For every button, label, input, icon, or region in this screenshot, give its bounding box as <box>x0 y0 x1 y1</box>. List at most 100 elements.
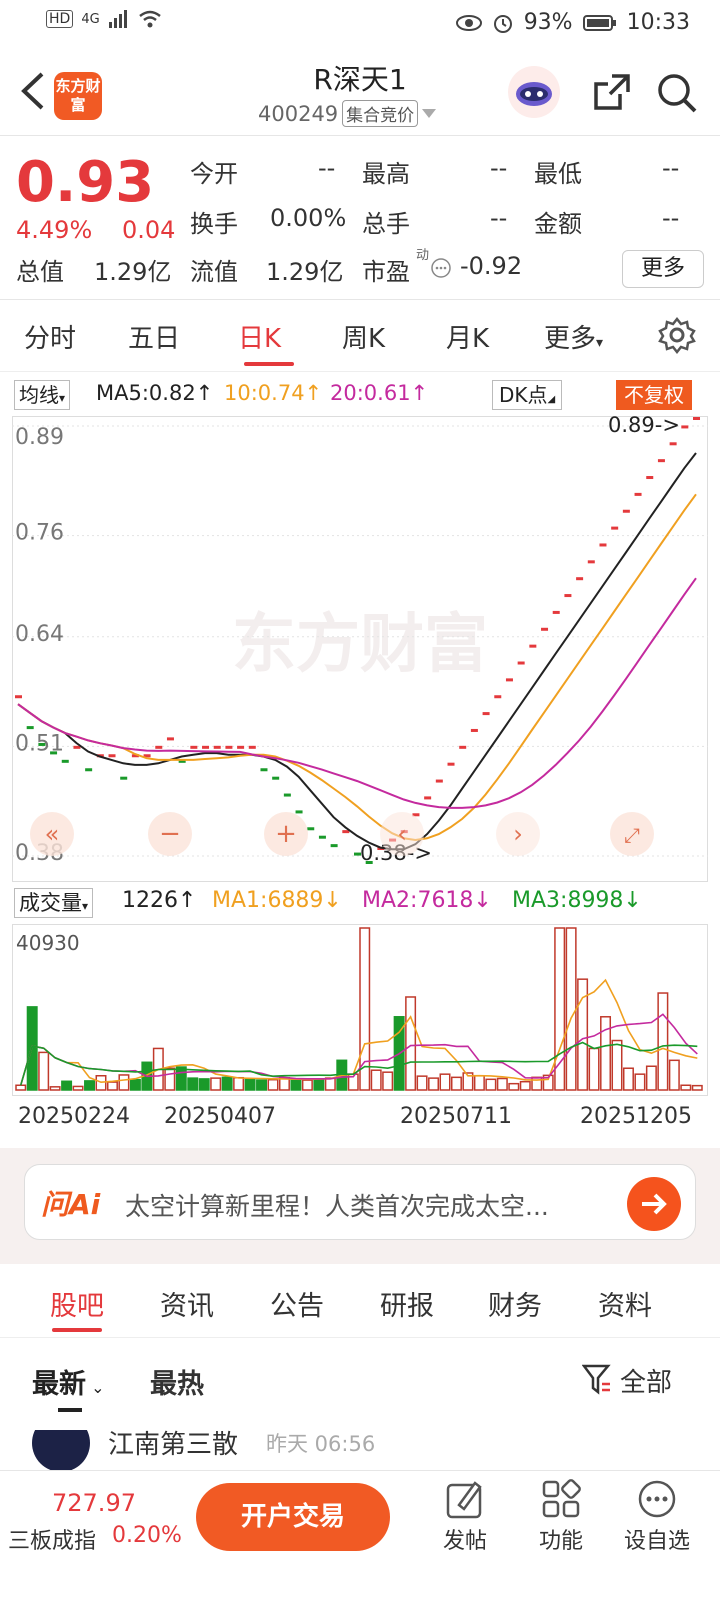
volume-bar <box>428 1077 440 1091</box>
info-icon[interactable] <box>430 257 452 279</box>
expand-icon: ⤢ <box>624 823 640 847</box>
tab-five-day[interactable]: 五日 <box>128 318 180 355</box>
volume-max-label: 40930 <box>16 931 80 955</box>
tab-more[interactable]: 更多▾ <box>544 318 603 355</box>
volume-bar <box>61 1080 73 1091</box>
sort-hot[interactable]: 最热 <box>150 1362 204 1401</box>
indicator-selector-label: 均线 <box>19 383 59 407</box>
tab-guba[interactable]: 股吧 <box>50 1284 104 1323</box>
volume-bar <box>233 1076 245 1091</box>
candle-mark <box>248 745 256 749</box>
volume-bar <box>450 1076 462 1091</box>
chart-watermark: 东方财富 <box>232 608 488 682</box>
volume-chart[interactable]: 40930 <box>12 924 708 1096</box>
alarm-icon <box>493 14 512 33</box>
caret-down-icon: ◢ <box>547 394 556 405</box>
dk-point-label: DK点 <box>499 383 548 407</box>
volume-bar <box>129 1078 141 1091</box>
candle-mark <box>120 776 128 780</box>
candle-mark <box>552 610 560 614</box>
kline-chart[interactable]: 东方财富 0.890.760.640.510.38 0.89-> 0.38-> … <box>12 416 708 882</box>
battery-percent: 93% <box>523 10 573 35</box>
candle-mark <box>517 661 525 665</box>
header: 东方财富 R深天1 400249 集合竞价 <box>0 50 720 136</box>
volume-indicator-selector[interactable]: 成交量▾ <box>14 888 94 918</box>
chevron-right-icon: › <box>513 820 523 848</box>
post-preview[interactable]: 江南第三散 昨天 06:56 <box>0 1430 720 1470</box>
volume-bar <box>645 1065 657 1091</box>
index-name[interactable]: 三板成指 <box>8 1523 96 1555</box>
ma-legend: 均线▾ MA5:0.82↑ 10:0.74↑ 20:0.61↑ DK点◢ 不复权 <box>0 378 720 414</box>
eye-icon <box>455 14 482 31</box>
candle-mark <box>272 776 280 780</box>
share-icon[interactable] <box>592 72 632 112</box>
chevron-left-icon: ‹ <box>397 820 407 848</box>
volume-bar <box>290 1078 302 1091</box>
ai-prompt-text: 太空计算新里程！人类首次完成太空... <box>125 1192 549 1221</box>
tab-monthly-k[interactable]: 月K <box>446 318 489 355</box>
candle-mark <box>202 745 210 749</box>
double-chevron-left-icon: « <box>45 820 60 848</box>
index-value[interactable]: 727.97 <box>52 1489 136 1517</box>
dk-point-selector[interactable]: DK点◢ <box>492 380 563 410</box>
more-quote-button[interactable]: 更多 <box>622 250 704 288</box>
adjust-mode-button[interactable]: 不复权 <box>616 380 692 410</box>
more-dots-icon <box>638 1480 676 1518</box>
stock-code-row[interactable]: 400249 集合竞价 <box>258 100 437 127</box>
tab-daily-k[interactable]: 日K <box>238 318 281 355</box>
volume-bar <box>554 927 566 1091</box>
tab-intraday[interactable]: 分时 <box>24 318 76 355</box>
tab-profile[interactable]: 资料 <box>598 1284 652 1323</box>
functions-button[interactable]: 功能 <box>516 1471 606 1571</box>
candle-mark <box>494 695 502 699</box>
sort-latest[interactable]: 最新 ⌄ <box>32 1362 105 1401</box>
filter-icon[interactable] <box>582 1364 612 1396</box>
volume-legend: 成交量▾ 1226↑ MA1:6889↓ MA2:7618↓ MA3:8998↓ <box>0 886 720 922</box>
ai-logo: 问Ai <box>41 1188 101 1221</box>
signal-icon: 4G <box>81 11 100 27</box>
tab-news[interactable]: 资讯 <box>160 1284 214 1323</box>
gear-icon[interactable] <box>658 316 696 354</box>
caret-down-icon: ▾ <box>59 391 66 405</box>
tab-weekly-k[interactable]: 周K <box>342 318 385 355</box>
avatar <box>32 1430 90 1470</box>
volume-bar <box>187 1077 199 1091</box>
search-icon[interactable] <box>656 72 698 114</box>
post-button[interactable]: 发帖 <box>420 1471 510 1571</box>
tab-research[interactable]: 研报 <box>380 1284 434 1323</box>
candle-mark <box>213 745 221 749</box>
edit-icon <box>446 1481 482 1519</box>
volume-bar <box>622 1067 634 1091</box>
tab-announcements[interactable]: 公告 <box>270 1284 324 1323</box>
candle-mark <box>529 644 537 648</box>
assistant-robot-icon[interactable] <box>508 66 560 118</box>
chart-period-tabs: 分时 五日 日K 周K 月K 更多▾ <box>0 302 720 372</box>
caret-down-icon <box>422 108 437 118</box>
volume-bar <box>485 1078 497 1091</box>
sort-active-indicator <box>58 1408 82 1412</box>
candle-mark <box>611 526 619 530</box>
volume-bar <box>256 1079 268 1091</box>
volume-bar <box>370 1069 382 1091</box>
volume-bar <box>382 1071 394 1091</box>
pe-dynamic-sup: 动 <box>416 248 430 263</box>
volume-bar <box>244 1078 256 1091</box>
add-watchlist-button[interactable]: 设自选 <box>612 1471 702 1571</box>
candle-mark <box>307 827 315 831</box>
open-account-button[interactable]: 开户交易 <box>196 1483 390 1551</box>
candle-mark <box>225 745 233 749</box>
y-tick-label: 0.76 <box>15 521 64 546</box>
post-time: 昨天 06:56 <box>266 1432 376 1456</box>
indicator-selector[interactable]: 均线▾ <box>14 380 71 410</box>
bottom-bar: 727.97 三板成指 0.20% 开户交易 发帖 功能 设自选 <box>0 1470 720 1600</box>
hd-icon: HD <box>46 10 74 28</box>
ai-search-bar[interactable]: 问Ai 太空计算新里程！人类首次完成太空... <box>24 1164 696 1240</box>
volume-bar <box>611 1039 623 1091</box>
arrow-right-icon <box>642 1193 667 1215</box>
change-amount: 0.04 <box>122 216 176 244</box>
tab-finance[interactable]: 财务 <box>488 1284 542 1323</box>
field-turnover-value: 0.00% <box>270 204 347 232</box>
ai-send-button[interactable] <box>627 1177 681 1231</box>
filter-all[interactable]: 全部 <box>620 1362 672 1399</box>
volume-bar <box>72 1085 84 1091</box>
